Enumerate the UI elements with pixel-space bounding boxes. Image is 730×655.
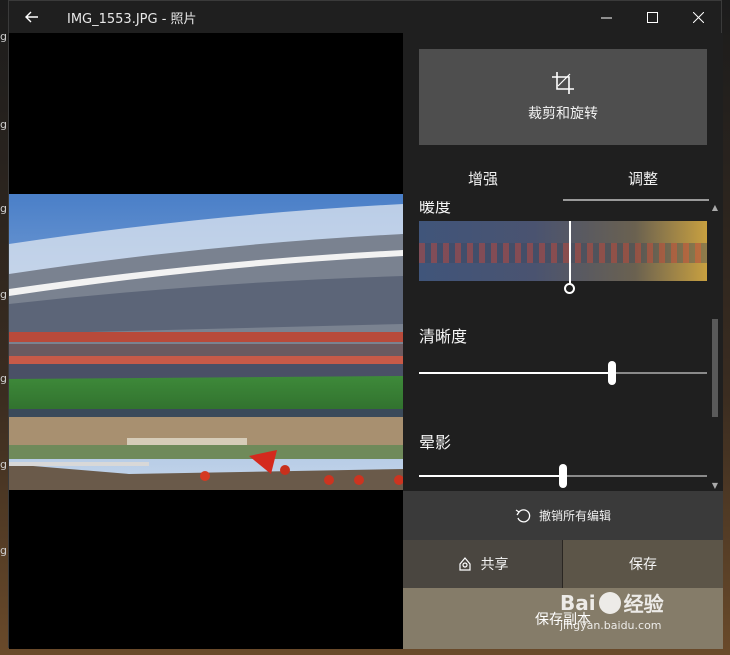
arrow-left-icon — [25, 11, 38, 23]
minimize-button[interactable] — [583, 1, 629, 33]
back-button[interactable] — [9, 1, 55, 33]
share-icon — [458, 557, 471, 571]
photo-canvas — [9, 33, 403, 649]
save-button[interactable]: 保存 — [563, 540, 723, 588]
tab-adjust[interactable]: 调整 — [563, 155, 723, 201]
photos-app-window: IMG_1553.JPG - 照片 裁剪和旋转 增强 调整 暖度 清晰度 晕影 … — [8, 0, 723, 649]
title-bar: IMG_1553.JPG - 照片 — [9, 1, 721, 33]
window-title: IMG_1553.JPG - 照片 — [67, 11, 197, 27]
crop-rotate-label: 裁剪和旋转 — [528, 106, 598, 122]
vignette-slider[interactable] — [419, 464, 707, 488]
vignette-slider-thumb[interactable] — [559, 464, 567, 488]
baidu-brand-text: Bai — [560, 590, 596, 615]
crop-icon — [552, 72, 574, 94]
scroll-down-icon[interactable]: ▼ — [711, 481, 719, 491]
warmth-slider-knob[interactable] — [564, 283, 575, 294]
panel-scrollbar[interactable]: ▲ ▼ — [711, 203, 719, 491]
adjust-controls: 暖度 清晰度 晕影 — [403, 201, 723, 491]
maximize-icon — [646, 11, 658, 23]
clarity-slider[interactable] — [419, 361, 707, 385]
desktop-icon-label: g — [0, 30, 7, 43]
watermark-url: jingyan.baidu.com — [560, 619, 662, 632]
desktop-icon-label: g — [0, 372, 7, 385]
close-icon — [692, 11, 704, 23]
tab-label: 调整 — [627, 169, 658, 188]
clarity-slider-fill — [419, 372, 612, 374]
scrollbar-thumb[interactable] — [712, 319, 718, 417]
save-label: 保存 — [629, 557, 657, 573]
undo-all-label: 撤销所有编辑 — [538, 509, 611, 523]
paw-icon — [598, 591, 621, 614]
tab-label: 增强 — [467, 169, 498, 188]
share-label: 共享 — [480, 557, 509, 573]
desktop-icon-label: g — [0, 288, 7, 301]
tab-enhance[interactable]: 增强 — [403, 155, 563, 201]
warmth-preview-strip[interactable] — [419, 221, 707, 281]
stadium-photo[interactable] — [9, 194, 403, 490]
undo-all-edits-button[interactable]: 撤销所有编辑 — [403, 491, 723, 540]
minimize-icon — [600, 17, 612, 18]
vignette-slider-fill — [419, 475, 563, 477]
desktop-icon-label: g — [0, 118, 7, 131]
clarity-slider-thumb[interactable] — [608, 361, 616, 385]
window-controls — [583, 1, 721, 33]
undo-icon — [515, 508, 531, 522]
close-button[interactable] — [675, 1, 721, 33]
vignette-label: 晕影 — [419, 433, 452, 452]
action-row: 共享 保存 — [403, 540, 723, 588]
clarity-label: 清晰度 — [419, 327, 468, 346]
warmth-label: 暖度 — [419, 201, 452, 216]
warmth-slider-line[interactable] — [569, 221, 571, 287]
warmth-preview-image — [419, 243, 707, 263]
desktop-icon-label: g — [0, 458, 7, 471]
scroll-up-icon[interactable]: ▲ — [711, 203, 719, 213]
crop-rotate-button[interactable]: 裁剪和旋转 — [419, 49, 707, 145]
edit-tabs: 增强 调整 — [403, 155, 723, 201]
desktop-icon-label: g — [0, 544, 7, 557]
share-button[interactable]: 共享 — [403, 540, 563, 588]
baidu-watermark: Bai 经验 jingyan.baidu.com — [560, 588, 700, 640]
desktop-icon-label: g — [0, 202, 7, 215]
jingyan-text: 经验 — [623, 592, 664, 616]
baidu-logo: Bai 经验 — [560, 588, 700, 617]
maximize-button[interactable] — [629, 1, 675, 33]
edit-panel: 裁剪和旋转 增强 调整 暖度 清晰度 晕影 ▲ ▼ 撤销所有编辑 共享 保存 保… — [403, 33, 723, 649]
